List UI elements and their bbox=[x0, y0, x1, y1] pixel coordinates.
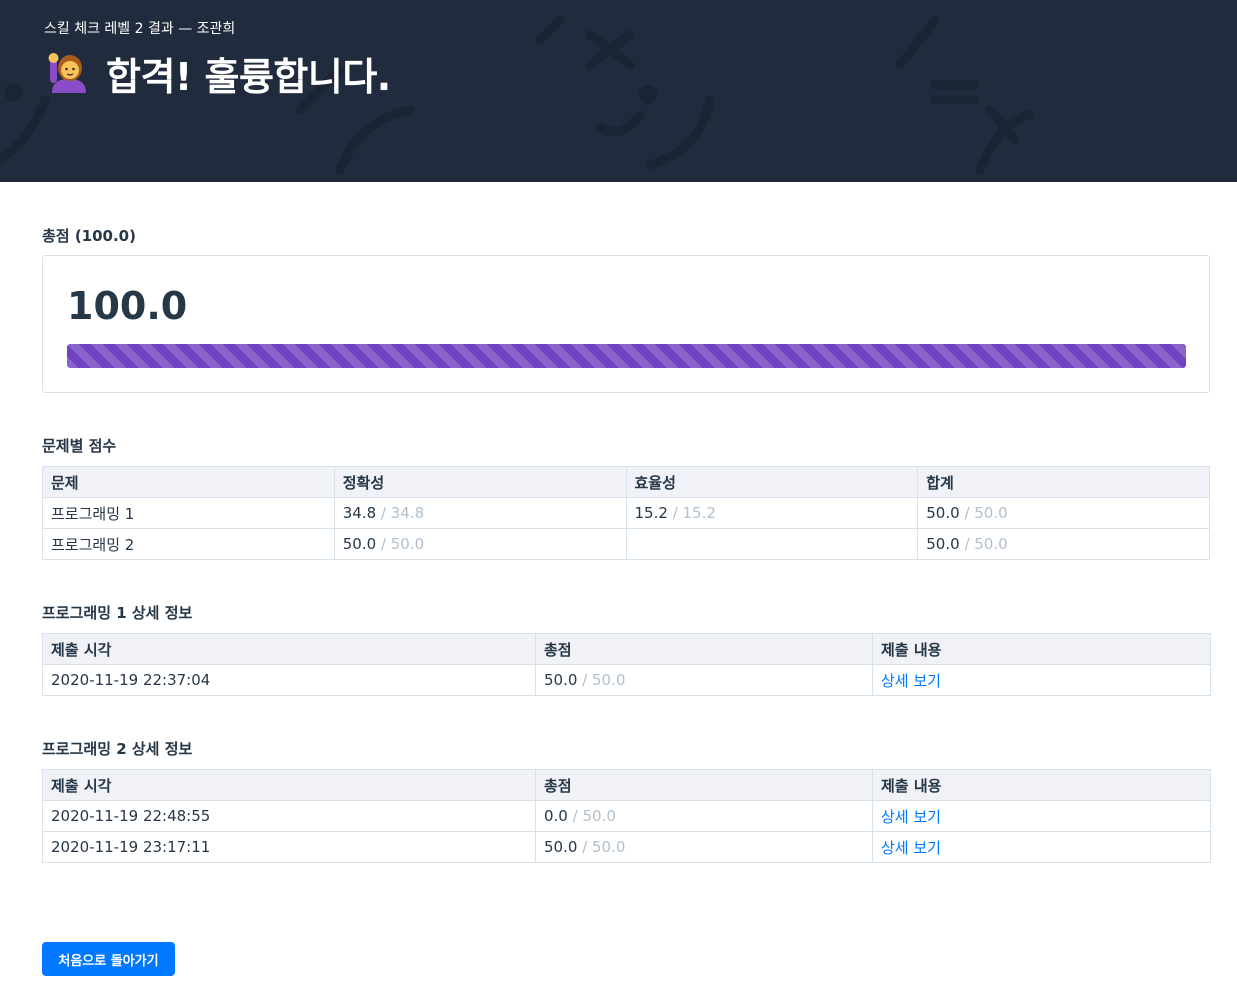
column-header-sum: 합계 bbox=[917, 466, 1210, 498]
column-header-content: 제출 내용 bbox=[872, 769, 1211, 801]
table-header-row: 제출 시각 총점 제출 내용 bbox=[42, 633, 1211, 665]
sum-max: / 50.0 bbox=[964, 535, 1008, 553]
header-title-row: 합격! 훌륭합니다. bbox=[44, 46, 391, 101]
total-score-progress-fill bbox=[67, 344, 1186, 368]
table-row: 프로그래밍 2 50.0 / 50.0 50.0 / 50.0 bbox=[42, 528, 1210, 560]
submission-time: 2020-11-19 22:37:04 bbox=[42, 664, 536, 696]
total-score-card: 100.0 bbox=[42, 255, 1210, 393]
accuracy-cell: 34.8 / 34.8 bbox=[333, 497, 627, 529]
sum-max: / 50.0 bbox=[964, 504, 1008, 522]
view-detail-link[interactable]: 상세 보기 bbox=[881, 839, 941, 857]
efficiency-score: 15.2 bbox=[634, 504, 668, 522]
table-header-row: 문제 정확성 효율성 합계 bbox=[42, 466, 1210, 498]
detail-1-table: 제출 시각 총점 제출 내용 2020-11-19 22:37:04 50.0 … bbox=[42, 633, 1211, 696]
table-row: 프로그래밍 1 34.8 / 34.8 15.2 / 15.2 50.0 / 5… bbox=[42, 497, 1210, 529]
problem-scores-title: 문제별 점수 bbox=[42, 437, 117, 455]
table-header-row: 제출 시각 총점 제출 내용 bbox=[42, 769, 1211, 801]
accuracy-score: 50.0 bbox=[342, 535, 377, 553]
column-header-time: 제출 시각 bbox=[42, 769, 536, 801]
accuracy-max: / 50.0 bbox=[380, 535, 425, 553]
back-to-start-button[interactable]: 처음으로 돌아가기 bbox=[42, 942, 175, 976]
submission-time: 2020-11-19 22:48:55 bbox=[42, 800, 536, 832]
total-score-value: 100.0 bbox=[67, 284, 188, 328]
result-header: 스킬 체크 레벨 2 결과 — 조관희 합격! 훌륭합니다. bbox=[0, 0, 1237, 182]
problem-name: 프로그래밍 2 bbox=[42, 528, 335, 560]
submission-score-cell: 50.0 / 50.0 bbox=[535, 831, 873, 863]
column-header-time: 제출 시각 bbox=[42, 633, 536, 665]
submission-score: 0.0 bbox=[544, 807, 568, 825]
submission-content-cell: 상세 보기 bbox=[872, 831, 1211, 863]
submission-max: / 50.0 bbox=[572, 807, 616, 825]
submission-max: / 50.0 bbox=[582, 838, 626, 856]
submission-score: 50.0 bbox=[544, 838, 578, 856]
submission-score-cell: 0.0 / 50.0 bbox=[535, 800, 873, 832]
column-header-content: 제출 내용 bbox=[872, 633, 1211, 665]
table-row: 2020-11-19 23:17:11 50.0 / 50.0 상세 보기 bbox=[42, 831, 1211, 863]
efficiency-cell: 15.2 / 15.2 bbox=[625, 497, 919, 529]
sum-cell: 50.0 / 50.0 bbox=[917, 528, 1210, 560]
problem-scores-table: 문제 정확성 효율성 합계 프로그래밍 1 34.8 / 34.8 15.2 /… bbox=[42, 466, 1210, 560]
submission-score: 50.0 bbox=[544, 671, 578, 689]
detail-1-title: 프로그래밍 1 상세 정보 bbox=[42, 604, 193, 622]
header-title: 합격! 훌륭합니다. bbox=[106, 55, 391, 99]
submission-max: / 50.0 bbox=[582, 671, 626, 689]
accuracy-max: / 34.8 bbox=[380, 504, 425, 522]
column-header-efficiency: 효율성 bbox=[625, 466, 919, 498]
column-header-score: 총점 bbox=[535, 633, 873, 665]
view-detail-link[interactable]: 상세 보기 bbox=[881, 672, 941, 690]
person-raising-hand-icon bbox=[48, 52, 86, 93]
submission-score-cell: 50.0 / 50.0 bbox=[535, 664, 873, 696]
view-detail-link[interactable]: 상세 보기 bbox=[881, 808, 941, 826]
detail-2-table: 제출 시각 총점 제출 내용 2020-11-19 22:48:55 0.0 /… bbox=[42, 769, 1211, 863]
column-header-problem: 문제 bbox=[42, 466, 335, 498]
submission-content-cell: 상세 보기 bbox=[872, 664, 1211, 696]
total-score-title: 총점 (100.0) bbox=[42, 227, 136, 245]
column-header-accuracy: 정확성 bbox=[333, 466, 627, 498]
table-row: 2020-11-19 22:48:55 0.0 / 50.0 상세 보기 bbox=[42, 800, 1211, 832]
detail-2-title: 프로그래밍 2 상세 정보 bbox=[42, 740, 193, 758]
sum-cell: 50.0 / 50.0 bbox=[917, 497, 1210, 529]
efficiency-max: / 15.2 bbox=[672, 504, 716, 522]
total-score-progress-bar bbox=[67, 344, 1186, 368]
column-header-score: 총점 bbox=[535, 769, 873, 801]
accuracy-score: 34.8 bbox=[342, 504, 377, 522]
efficiency-cell bbox=[625, 528, 919, 560]
problem-name: 프로그래밍 1 bbox=[42, 497, 335, 529]
header-subtitle: 스킬 체크 레벨 2 결과 — 조관희 bbox=[44, 21, 236, 37]
table-row: 2020-11-19 22:37:04 50.0 / 50.0 상세 보기 bbox=[42, 664, 1211, 696]
submission-time: 2020-11-19 23:17:11 bbox=[42, 831, 536, 863]
sum-score: 50.0 bbox=[926, 504, 960, 522]
accuracy-cell: 50.0 / 50.0 bbox=[333, 528, 627, 560]
sum-score: 50.0 bbox=[926, 535, 960, 553]
submission-content-cell: 상세 보기 bbox=[872, 800, 1211, 832]
